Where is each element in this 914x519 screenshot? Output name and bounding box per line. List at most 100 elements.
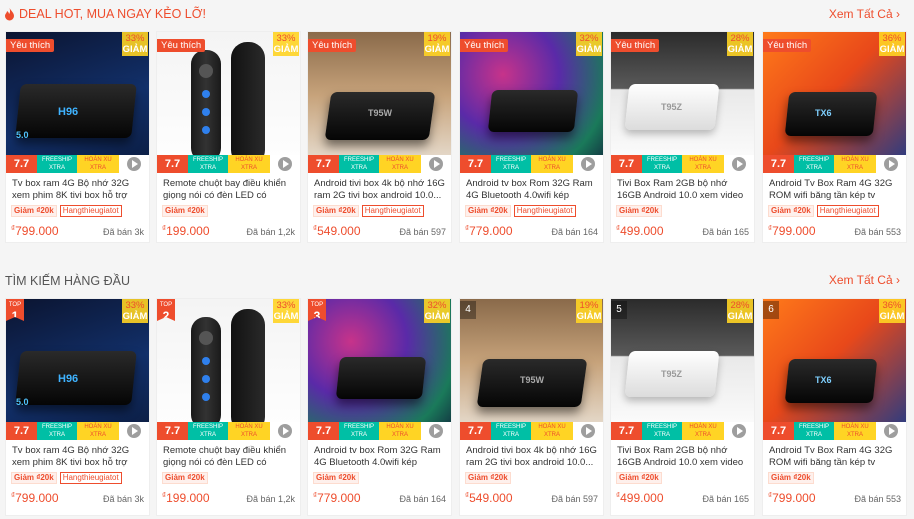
promo-strip: 7.7 FREESHIP XTRA HOÀN XU XTRA [763,422,906,440]
promo-strip: 7.7 FREESHIP XTRA HOÀN XU XTRA [6,422,149,440]
price-row: ₫799.000 Đã bán 3k [11,224,144,238]
section-title: TÌM KIẾM HÀNG ĐẦU [5,274,130,288]
play-video-button[interactable] [119,155,149,173]
sold-count: Đã bán 164 [399,494,446,504]
voucher-tag: Giảm ₫20k [768,205,814,217]
favorite-badge: Yêu thích [611,39,660,52]
see-all-label: Xem Tất Cả [828,273,893,287]
sale-label: 7.7 [611,155,642,173]
product-card[interactable]: T95Z Yêu thích 28% GIẢM 7.7 FREESHIP XTR… [610,31,755,243]
play-video-button[interactable] [270,155,300,173]
play-video-button[interactable] [421,422,451,440]
play-video-button[interactable] [573,422,603,440]
product-name[interactable]: Tivi Box Ram 2GB bộ nhớ 16GB Android 10.… [617,178,748,202]
product-image[interactable]: T95W Yêu thích 19% GIẢM 7.7 FREESHIP XTR… [308,32,451,173]
sold-count: Đã bán 1,2k [246,227,295,237]
price-value: 199.000 [166,224,210,238]
discount-percent: 36% [882,300,902,311]
product-tags: Giảm ₫20k [313,471,446,485]
play-video-button[interactable] [876,422,906,440]
promo-strip: 7.7 FREESHIP XTRA HOÀN XU XTRA [157,422,300,440]
play-video-button[interactable] [573,155,603,173]
see-all-link[interactable]: Xem Tất Cả › [829,273,900,287]
price-value: 549.000 [469,491,513,505]
product-card[interactable]: H96 5.0 TOP 1 33% GIẢM 7.7 FREESHIP XTRA H… [5,298,150,516]
play-icon [581,157,595,171]
product-name[interactable]: Android Tv Box Ram 4G 32G ROM wifi băng … [769,178,900,202]
cashback-label: HOÀN XU XTRA [379,155,421,173]
product-card[interactable]: T95W 4 19% GIẢM 7.7 FREESHIP XTRA HOÀN X… [459,298,604,516]
rank-badge: 4 [460,301,476,319]
rank-badge: 6 [763,301,779,319]
product-card[interactable]: H96 5.0 Yêu thích 33% GIẢM 7.7 FREESHIP X… [5,31,150,243]
cashback-label: HOÀN XU XTRA [531,155,573,173]
play-video-button[interactable] [876,155,906,173]
product-image[interactable]: Yêu thích 33% GIẢM 7.7 FREESHIP XTRA HOÀ… [157,32,300,173]
product-tags: Giảm ₫20k Hangthieugiatot [465,204,598,218]
sale-label: 7.7 [157,422,188,440]
product-image[interactable]: TOP 2 33% GIẢM 7.7 FREESHIP XTRA HOÀN XU … [157,299,300,440]
see-all-link[interactable]: Xem Tất Cả › [829,7,900,21]
discount-percent: 33% [276,300,296,311]
product-name[interactable]: Android tv box Rom 32G Ram 4G Bluetooth … [466,178,597,202]
promo-strip: 7.7 FREESHIP XTRA HOÀN XU XTRA [460,422,603,440]
product-card[interactable]: TX6 6 36% GIẢM 7.7 FREESHIP XTRA HOÀN XU… [762,298,907,516]
discount-badge: 33% GIẢM [122,32,148,56]
product-card[interactable]: TOP 2 33% GIẢM 7.7 FREESHIP XTRA HOÀN XU … [156,298,301,516]
product-name[interactable]: Android tivi box 4k bộ nhớ 16G ram 2G ti… [466,445,597,469]
play-video-button[interactable] [724,155,754,173]
product-price: ₫499.000 [616,224,664,238]
discount-percent: 28% [730,300,750,311]
sold-count: Đã bán 553 [854,227,901,237]
discount-percent: 19% [579,300,599,311]
price-row: ₫549.000 Đã bán 597 [313,224,446,238]
product-card[interactable]: T95Z 5 28% GIẢM 7.7 FREESHIP XTRA HOÀN X… [610,298,755,516]
sale-label: 7.7 [308,155,339,173]
play-video-button[interactable] [421,155,451,173]
play-icon [278,424,292,438]
product-tags: Giảm ₫20k [616,204,749,218]
product-price: ₫199.000 [162,491,210,505]
sold-count: Đã bán 165 [702,494,749,504]
discount-label: GIẢM [424,311,450,322]
price-row: ₫199.000 Đã bán 1,2k [162,224,295,238]
product-image[interactable]: T95Z 5 28% GIẢM 7.7 FREESHIP XTRA HOÀN X… [611,299,754,440]
product-card[interactable]: TOP 3 32% GIẢM 7.7 FREESHIP XTRA HOÀN XU … [307,298,452,516]
sold-count: Đã bán 1,2k [246,494,295,504]
product-card[interactable]: Yêu thích 32% GIẢM 7.7 FREESHIP XTRA HOÀ… [459,31,604,243]
promo-strip: 7.7 FREESHIP XTRA HOÀN XU XTRA [611,155,754,173]
product-name[interactable]: Android tv box Rom 32G Ram 4G Bluetooth … [314,445,445,469]
sold-count: Đã bán 164 [551,227,598,237]
sold-count: Đã bán 553 [854,494,901,504]
product-name[interactable]: Tv box ram 4G Bộ nhớ 32G xem phim 8K tiv… [12,445,143,469]
product-image[interactable]: Yêu thích 32% GIẢM 7.7 FREESHIP XTRA HOÀ… [460,32,603,173]
product-card[interactable]: TX6 Yêu thích 36% GIẢM 7.7 FREESHIP XTRA… [762,31,907,243]
product-name[interactable]: Remote chuột bay điều khiển giọng nói có… [163,445,294,469]
product-name[interactable]: Tivi Box Ram 2GB bộ nhớ 16GB Android 10.… [617,445,748,469]
product-image[interactable]: T95Z Yêu thích 28% GIẢM 7.7 FREESHIP XTR… [611,32,754,173]
shop-tag: Hangthieugiatot [361,205,424,217]
voucher-tag: Giảm ₫20k [768,472,814,484]
cashback-label: HOÀN XU XTRA [834,422,876,440]
product-name[interactable]: Remote chuột bay điều khiển giọng nói có… [163,178,294,202]
product-card[interactable]: Yêu thích 33% GIẢM 7.7 FREESHIP XTRA HOÀ… [156,31,301,243]
play-video-button[interactable] [724,422,754,440]
product-image[interactable]: T95W 4 19% GIẢM 7.7 FREESHIP XTRA HOÀN X… [460,299,603,440]
price-value: 779.000 [317,491,361,505]
shop-tag: Hangthieugiatot [816,205,879,217]
product-image[interactable]: H96 5.0 Yêu thích 33% GIẢM 7.7 FREESHIP X… [6,32,149,173]
product-card[interactable]: T95W Yêu thích 19% GIẢM 7.7 FREESHIP XTR… [307,31,452,243]
price-row: ₫799.000 Đã bán 3k [11,491,144,505]
product-image[interactable]: TX6 Yêu thích 36% GIẢM 7.7 FREESHIP XTRA… [763,32,906,173]
product-image[interactable]: TOP 3 32% GIẢM 7.7 FREESHIP XTRA HOÀN XU … [308,299,451,440]
cashback-label: HOÀN XU XTRA [834,155,876,173]
product-name[interactable]: Android Tv Box Ram 4G 32G ROM wifi băng … [769,445,900,469]
product-name[interactable]: Tv box ram 4G Bộ nhớ 32G xem phim 8K tiv… [12,178,143,202]
price-value: 799.000 [772,224,816,238]
product-name[interactable]: Android tivi box 4k bộ nhớ 16G ram 2G ti… [314,178,445,202]
product-image[interactable]: H96 5.0 TOP 1 33% GIẢM 7.7 FREESHIP XTRA H… [6,299,149,440]
product-tags: Giảm ₫20k Hangthieugiatot [11,471,144,485]
product-image[interactable]: TX6 6 36% GIẢM 7.7 FREESHIP XTRA HOÀN XU… [763,299,906,440]
play-video-button[interactable] [270,422,300,440]
play-video-button[interactable] [119,422,149,440]
